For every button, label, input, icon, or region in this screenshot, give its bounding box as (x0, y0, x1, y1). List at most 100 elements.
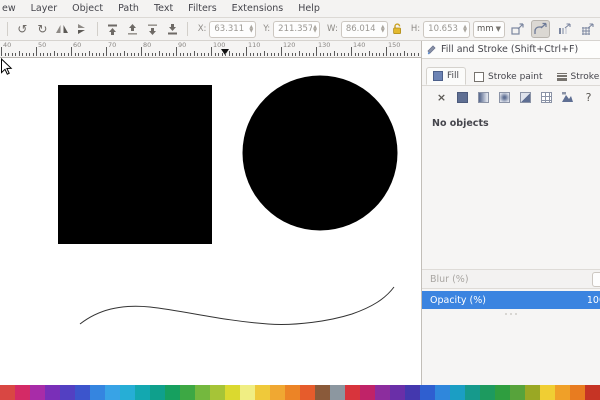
palette-swatch-37[interactable] (555, 385, 570, 400)
palette-swatch-27[interactable] (405, 385, 420, 400)
lower-to-bottom-button[interactable] (164, 20, 181, 38)
lower-button[interactable] (144, 20, 161, 38)
palette-swatch-26[interactable] (390, 385, 405, 400)
palette-swatch-7[interactable] (105, 385, 120, 400)
palette-swatch-6[interactable] (90, 385, 105, 400)
palette-swatch-15[interactable] (225, 385, 240, 400)
palette-swatch-32[interactable] (480, 385, 495, 400)
rotate-ccw-button[interactable]: ↺ (14, 20, 31, 38)
menu-item-text[interactable]: Text (154, 3, 173, 14)
canvas[interactable] (0, 58, 421, 385)
palette-swatch-34[interactable] (510, 385, 525, 400)
palette-swatch-14[interactable] (210, 385, 225, 400)
pattern-button[interactable] (518, 90, 533, 105)
palette-swatch-35[interactable] (525, 385, 540, 400)
palette-swatch-12[interactable] (180, 385, 195, 400)
raise-to-top-button[interactable] (104, 20, 121, 38)
palette-swatch-30[interactable] (450, 385, 465, 400)
palette-swatch-20[interactable] (300, 385, 315, 400)
move-gradients-toggle[interactable] (555, 20, 573, 38)
flip-vertical-button[interactable] (74, 20, 91, 38)
palette-swatch-29[interactable] (435, 385, 450, 400)
unknown-paint-button[interactable]: ? (581, 90, 596, 105)
menu-item-help[interactable]: Help (298, 3, 320, 14)
ruler-minor-tick (99, 53, 100, 56)
tab-fill[interactable]: Fill (426, 67, 466, 85)
blur-slider[interactable]: Blur (%) (422, 269, 600, 289)
menu-item-layer[interactable]: Layer (31, 3, 58, 14)
ruler-label: 150 (388, 41, 400, 49)
flip-horizontal-button[interactable] (54, 20, 71, 38)
lock-ratio-button[interactable] (391, 20, 404, 38)
drawn-curve[interactable] (80, 287, 394, 324)
scale-stroke-toggle[interactable] (508, 20, 526, 38)
w-input[interactable]: 86.014 ▲▼ (341, 21, 388, 38)
blur-spinbox-partial[interactable] (592, 272, 600, 287)
palette-swatch-23[interactable] (345, 385, 360, 400)
palette-swatch-31[interactable] (465, 385, 480, 400)
swatch-button[interactable] (560, 90, 575, 105)
menu-item-path[interactable]: Path (118, 3, 139, 14)
palette-swatch-24[interactable] (360, 385, 375, 400)
menu-item-ew[interactable]: ew (2, 3, 16, 14)
h-spinner[interactable]: ▲▼ (462, 25, 468, 33)
h-input[interactable]: 10.653 ▲▼ (423, 21, 470, 38)
palette-swatch-17[interactable] (255, 385, 270, 400)
radial-gradient-button[interactable] (497, 90, 512, 105)
palette-swatch-0[interactable] (0, 385, 15, 400)
palette-swatch-8[interactable] (120, 385, 135, 400)
panel-title-bar[interactable]: Fill and Stroke (Shift+Ctrl+F) (422, 41, 600, 59)
palette-swatch-28[interactable] (420, 385, 435, 400)
palette-swatch-1[interactable] (15, 385, 30, 400)
y-input[interactable]: 211.357 ▲▼ (273, 21, 320, 38)
tab-stroke-paint[interactable]: Stroke paint (468, 69, 549, 85)
palette-swatch-19[interactable] (285, 385, 300, 400)
ruler-minor-tick (61, 53, 62, 56)
opacity-slider[interactable]: Opacity (%) 100 (422, 291, 600, 309)
ruler-minor-tick (5, 53, 6, 56)
palette-swatch-11[interactable] (165, 385, 180, 400)
palette-swatch-9[interactable] (135, 385, 150, 400)
ruler-minor-tick (341, 53, 342, 56)
palette-swatch-5[interactable] (75, 385, 90, 400)
palette-swatch-3[interactable] (45, 385, 60, 400)
linear-gradient-button[interactable] (476, 90, 491, 105)
palette-swatch-4[interactable] (60, 385, 75, 400)
palette-swatch-2[interactable] (30, 385, 45, 400)
menu-item-extensions[interactable]: Extensions (232, 3, 284, 14)
move-patterns-icon (580, 22, 595, 36)
menu-item-filters[interactable]: Filters (188, 3, 216, 14)
w-spinner[interactable]: ▲▼ (380, 25, 386, 33)
w-label: W: (327, 24, 338, 34)
palette-swatch-22[interactable] (330, 385, 345, 400)
y-spinner[interactable]: ▲▼ (312, 25, 318, 33)
rotate-cw-button[interactable]: ↻ (34, 20, 51, 38)
ruler[interactable]: 405060708090100110120130140150 (0, 41, 421, 58)
palette-swatch-18[interactable] (270, 385, 285, 400)
no-paint-button[interactable]: × (434, 90, 449, 105)
palette-swatch-36[interactable] (540, 385, 555, 400)
ruler-minor-tick (145, 53, 146, 56)
x-input[interactable]: 63.311 ▲▼ (209, 21, 256, 38)
palette-swatch-21[interactable] (315, 385, 330, 400)
drawn-square[interactable] (58, 85, 212, 244)
raise-button[interactable] (124, 20, 141, 38)
palette-swatch-13[interactable] (195, 385, 210, 400)
drawn-circle[interactable] (243, 76, 398, 231)
palette-swatch-38[interactable] (570, 385, 585, 400)
palette-swatch-10[interactable] (150, 385, 165, 400)
palette-swatch-16[interactable] (240, 385, 255, 400)
move-patterns-toggle[interactable] (578, 20, 596, 38)
palette-swatch-33[interactable] (495, 385, 510, 400)
palette-swatch-25[interactable] (375, 385, 390, 400)
ruler-minor-tick (285, 53, 286, 56)
mesh-pattern-button[interactable] (539, 90, 554, 105)
flat-color-button[interactable] (455, 90, 470, 105)
menu-item-object[interactable]: Object (72, 3, 103, 14)
palette-swatch-39[interactable] (585, 385, 600, 400)
tab-stroke-style[interactable]: Stroke style (551, 69, 600, 85)
resize-handle-dots[interactable] (505, 313, 517, 315)
scale-corners-toggle[interactable] (531, 20, 550, 38)
x-spinner[interactable]: ▲▼ (248, 25, 254, 33)
unit-select[interactable]: mm ▼ (473, 21, 505, 38)
